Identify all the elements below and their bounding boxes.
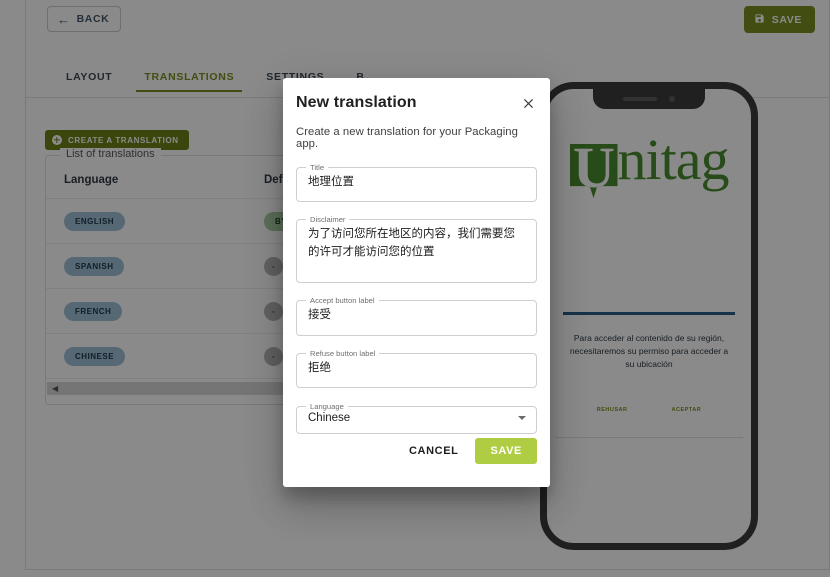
dialog-save-button[interactable]: SAVE [475,438,537,464]
disclaimer-field-value[interactable]: 为了访问您所在地区的内容，我们需要您的许可才能访问您的位置 [297,224,536,282]
language-select-row[interactable]: Chinese [297,411,536,433]
dialog-action-row: CANCEL SAVE [405,438,537,464]
disclaimer-field-label: Disclaimer [310,215,346,225]
accept-button-label-field-label: Accept button label [310,296,375,306]
new-translation-dialog: New translation Create a new translation… [283,78,550,487]
language-select-value: Chinese [308,411,351,424]
language-select-label: Language [310,401,344,411]
title-field-value[interactable]: 地理位置 [297,172,536,201]
refuse-button-label-field[interactable]: Refuse button label 拒绝 [296,348,537,388]
dialog-title: New translation [296,94,417,111]
accept-button-label-field-value[interactable]: 接受 [297,305,536,334]
refuse-button-label-field-value[interactable]: 拒绝 [297,358,536,387]
cancel-button[interactable]: CANCEL [405,439,462,463]
disclaimer-field[interactable]: Disclaimer 为了访问您所在地区的内容，我们需要您的许可才能访问您的位置 [296,215,537,284]
refuse-button-label-field-label: Refuse button label [310,348,376,358]
accept-button-label-field[interactable]: Accept button label 接受 [296,296,537,336]
close-icon[interactable] [519,94,537,112]
language-select[interactable]: Language Chinese [296,401,537,434]
chevron-down-icon[interactable] [518,415,526,420]
dialog-subtitle: Create a new translation for your Packag… [296,126,518,150]
title-field[interactable]: Title 地理位置 [296,163,537,203]
app-root: ← BACK SAVE LAYOUT TRANSLATIONS SETTINGS… [0,0,830,577]
title-field-label: Title [310,163,325,172]
